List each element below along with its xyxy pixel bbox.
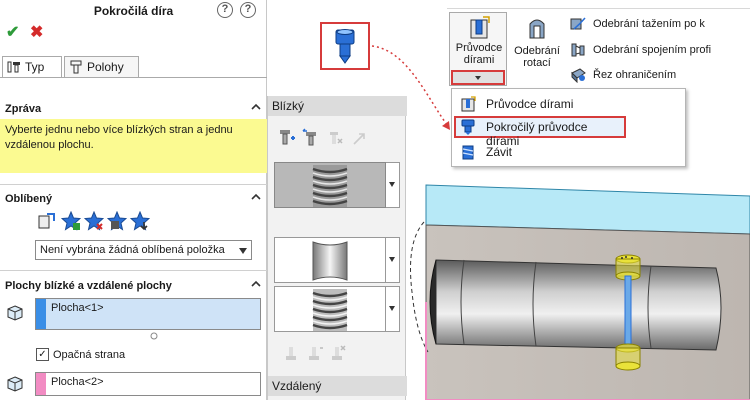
save-favorite-icon[interactable]	[107, 211, 127, 231]
hole-wizard-icon	[470, 16, 490, 39]
advanced-hole-callout	[320, 22, 370, 70]
positions-icon	[70, 60, 82, 74]
boundary-cut-label: Řez ohraničením	[593, 69, 677, 81]
far-header: Vzdálený	[268, 376, 407, 396]
plain-hole-preview-icon	[312, 241, 348, 281]
lofted-cut-label: Odebrání spojením profi	[593, 44, 712, 56]
tab-divider	[0, 77, 267, 78]
apply-defaults-icon[interactable]	[37, 211, 57, 231]
revolved-cut-icon	[529, 19, 545, 39]
boundary-cut-icon	[571, 68, 586, 83]
arrow-icon	[353, 133, 365, 145]
tab-positions[interactable]: Polohy	[64, 56, 139, 78]
tapped-hole-preview-icon	[312, 165, 348, 207]
hole-wizard-label-line2: dírami	[463, 54, 495, 66]
hole-wizard-dropdown-button[interactable]	[451, 70, 505, 85]
ok-button[interactable]: ✔	[6, 22, 19, 42]
plain-dropdown-arrow[interactable]	[386, 237, 400, 283]
favorites-header-label: Oblíbený	[5, 193, 53, 205]
delete-far-element-icon	[332, 345, 346, 360]
tab-type[interactable]: Typ	[2, 56, 62, 78]
message-section-header[interactable]: Zpráva	[0, 100, 267, 118]
hole-type-icon	[7, 61, 20, 73]
thread-dropdown-arrow[interactable]	[386, 286, 400, 332]
property-manager: Pokročilá díra ? ? ✔ ✖ Typ Polohy Zpráva…	[0, 0, 267, 400]
opposite-side-checkbox[interactable]: ✓	[36, 348, 49, 361]
thread-hole-preview-icon	[312, 289, 348, 331]
face-icon	[7, 376, 23, 392]
menu-item-hole-wizard[interactable]: Průvodce dírami	[454, 93, 683, 115]
far-face-list[interactable]: Plocha<2>	[35, 372, 261, 396]
callout-connector	[371, 45, 450, 130]
hole-wizard-label-line1: Průvodce	[455, 42, 503, 54]
hole-wizard-menu: Průvodce dírami Pokročilý průvodce díram…	[451, 88, 686, 167]
flip-far-element-icon	[309, 347, 323, 360]
advanced-hole-icon	[461, 119, 475, 135]
menu-item-label: Průvodce dírami	[486, 97, 574, 111]
divider	[0, 270, 267, 271]
revolved-cut-button[interactable]: Odebrání rotací	[508, 12, 566, 72]
element-option-plain[interactable]	[274, 237, 386, 283]
favorite-select-value: Není vybrána žádná oblíbená položka	[40, 244, 225, 256]
help-icon[interactable]: ?	[240, 2, 256, 18]
swept-cut-label: Odebrání tažením po k	[593, 18, 705, 30]
near-face-swatch	[36, 299, 46, 329]
tab-positions-label: Polohy	[87, 60, 124, 74]
chevron-up-icon[interactable]	[251, 102, 261, 112]
chevron-up-icon[interactable]	[251, 192, 261, 202]
near-far-panel: Blízký Vzdálený	[267, 96, 407, 400]
favorites-section-header[interactable]: Oblíbený	[0, 190, 267, 208]
bore-surface	[435, 259, 722, 351]
chevron-down-icon	[239, 248, 247, 254]
load-favorite-icon[interactable]	[130, 211, 150, 231]
chevron-up-icon[interactable]	[251, 279, 261, 289]
message-text: Vyberte jednu nebo více blízkých stran a…	[0, 119, 267, 173]
element-option-thread[interactable]	[274, 286, 386, 332]
insert-far-element-icon	[286, 347, 296, 360]
far-face-value: Plocha<2>	[51, 376, 104, 388]
advanced-hole-icon	[335, 29, 355, 64]
part-model-viewport	[410, 184, 750, 400]
resize-handle-icon[interactable]	[150, 332, 158, 340]
thread-icon	[462, 145, 474, 160]
delete-favorite-icon[interactable]	[84, 211, 104, 231]
menu-item-thread[interactable]: Závit	[454, 141, 683, 163]
near-face-list[interactable]: Plocha<1>	[35, 298, 261, 330]
divider	[0, 184, 267, 185]
message-header-label: Zpráva	[5, 103, 42, 115]
near-element-selector[interactable]	[274, 162, 386, 208]
far-face-swatch	[36, 373, 46, 395]
faces-header-label: Plochy blízké a vzdálené plochy	[5, 280, 172, 292]
menu-item-label: Závit	[486, 145, 513, 159]
favorite-select[interactable]: Není vybrána žádná oblíbená položka	[35, 240, 252, 260]
tab-type-label: Typ	[25, 60, 45, 74]
swept-cut-icon	[570, 17, 586, 30]
cancel-button[interactable]: ✖	[30, 22, 43, 42]
add-favorite-icon[interactable]	[61, 211, 81, 231]
delete-element-icon	[330, 132, 343, 144]
insert-element-icon[interactable]	[277, 128, 297, 148]
near-element-dropdown-arrow[interactable]	[386, 162, 400, 208]
revolved-cut-label-line1: Odebrání	[514, 45, 560, 57]
opposite-side-label: Opačná strana	[53, 349, 126, 361]
whats-wrong-icon[interactable]: ?	[217, 2, 233, 18]
menu-item-advanced-hole[interactable]: Pokročilý průvodce dírami	[454, 116, 626, 148]
revolved-cut-label-line2: rotací	[523, 57, 551, 69]
lofted-cut-icon	[571, 43, 585, 57]
hole-wizard-icon	[461, 96, 476, 112]
flip-element-icon[interactable]	[301, 128, 321, 148]
near-face-value: Plocha<1>	[51, 302, 104, 314]
face-icon	[7, 305, 23, 321]
faces-section-header[interactable]: Plochy blízké a vzdálené plochy	[0, 277, 267, 295]
